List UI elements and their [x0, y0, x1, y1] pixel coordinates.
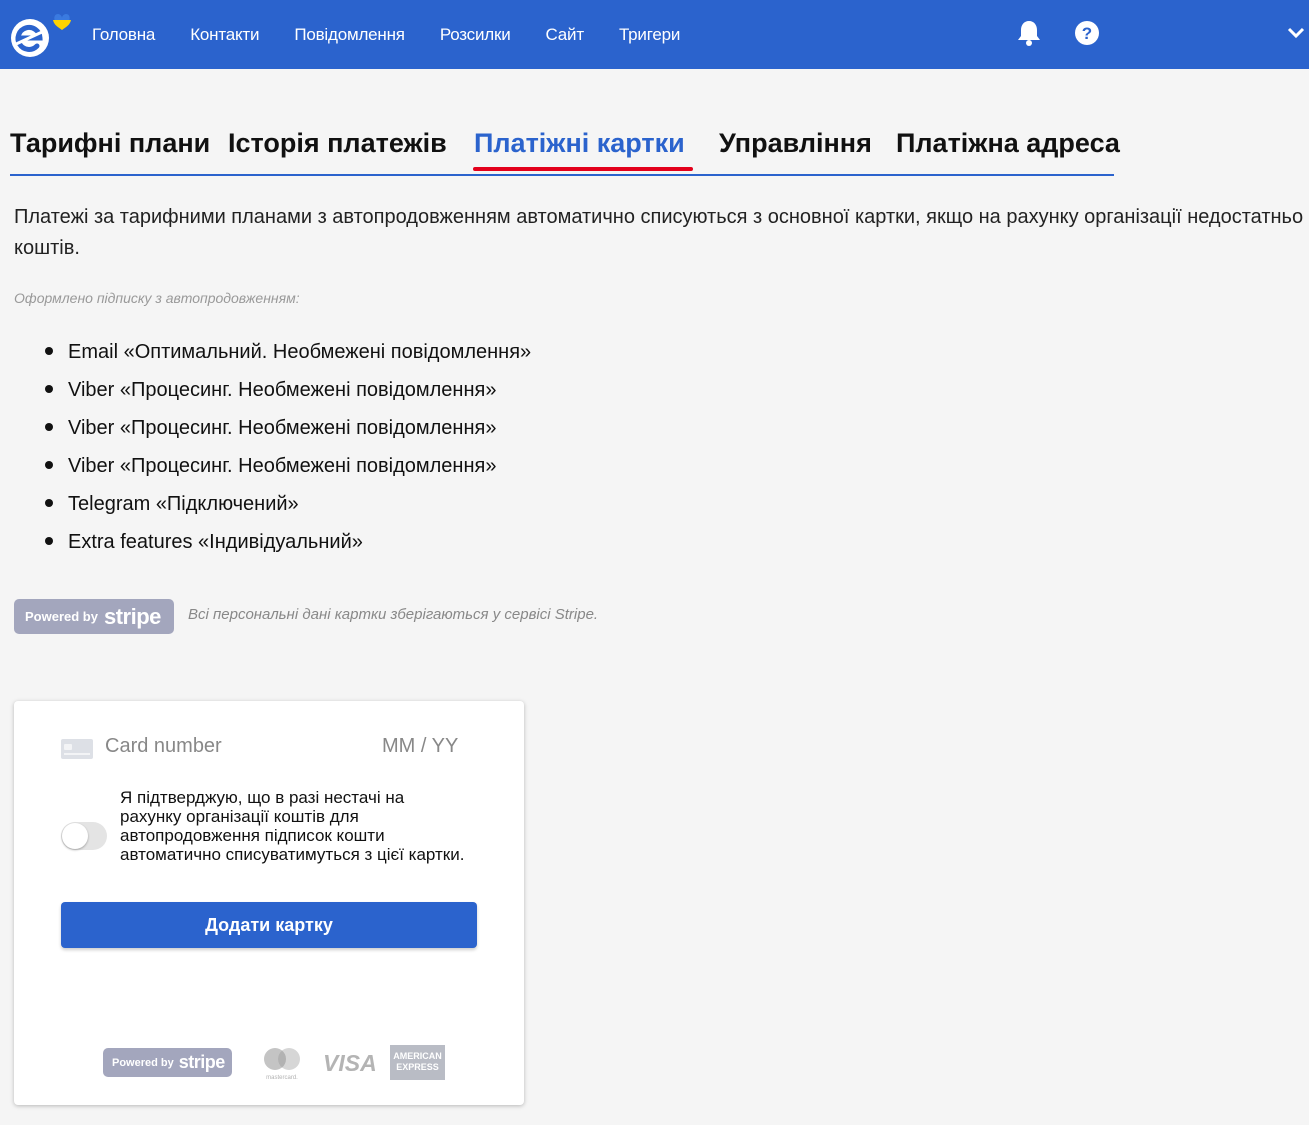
list-item: Viber «Процесинг. Необмежені повідомленн… — [45, 371, 531, 409]
card-form: Card number MM / YY Я підтверджую, що в … — [14, 701, 524, 1105]
credit-card-icon — [61, 739, 93, 759]
top-navigation-bar: Головна Контакти Повідомлення Розсилки С… — [0, 0, 1309, 69]
nav-item-home[interactable]: Головна — [92, 25, 155, 45]
tab-payment-cards[interactable]: Платіжні картки — [474, 128, 685, 159]
nav-item-site[interactable]: Сайт — [546, 25, 585, 45]
list-item: Viber «Процесинг. Необмежені повідомленн… — [45, 409, 531, 447]
autopay-consent-toggle[interactable] — [61, 822, 107, 850]
tab-management[interactable]: Управління — [719, 128, 872, 159]
chevron-down-icon[interactable] — [1287, 26, 1305, 40]
active-tab-indicator — [473, 167, 693, 171]
nav-item-contacts[interactable]: Контакти — [190, 25, 259, 45]
bell-icon[interactable] — [1016, 19, 1042, 47]
stripe-logo: stripe — [103, 603, 161, 629]
nav-item-messages[interactable]: Повідомлення — [294, 25, 405, 45]
card-number-input[interactable]: Card number — [105, 735, 222, 758]
amex-logo: AMERICAN EXPRESS — [390, 1045, 445, 1080]
tab-billing-address[interactable]: Платіжна адреса — [896, 128, 1120, 159]
powered-by-label: Powered by — [25, 609, 98, 624]
powered-by-label: Powered by — [112, 1056, 174, 1069]
powered-by-stripe-badge-small[interactable]: Powered by stripe — [103, 1048, 232, 1077]
list-item: Email «Оптимальний. Необмежені повідомле… — [45, 333, 531, 371]
list-item: Extra features «Індивідуальний» — [45, 523, 531, 561]
mastercard-icon: mastercard. — [264, 1048, 300, 1081]
nav-item-campaigns[interactable]: Розсилки — [440, 25, 511, 45]
visa-logo: VISA — [323, 1050, 377, 1076]
list-item: Telegram «Підключений» — [45, 485, 531, 523]
svg-text:mastercard.: mastercard. — [266, 1075, 298, 1081]
stripe-logo: stripe — [178, 1052, 226, 1072]
tab-payment-history[interactable]: Історія платежів — [228, 128, 447, 159]
svg-text:?: ? — [1082, 24, 1092, 43]
stripe-note: Всі персональні дані картки зберігаються… — [188, 606, 599, 623]
subscriptions-heading: Оформлено підписку з автопродовженням: — [14, 290, 300, 306]
subscriptions-list: Email «Оптимальний. Необмежені повідомле… — [45, 333, 531, 561]
add-card-button[interactable]: Додати картку — [61, 902, 477, 948]
intro-text: Платежі за тарифними планами з автопродо… — [14, 206, 1304, 259]
autopay-consent-text: Я підтверджую, що в разі нестачі на раху… — [120, 788, 465, 864]
toggle-knob — [62, 823, 88, 849]
card-expiry-input[interactable]: MM / YY — [382, 735, 458, 758]
help-icon[interactable]: ? — [1074, 20, 1100, 46]
main-nav: Головна Контакти Повідомлення Розсилки С… — [92, 0, 715, 69]
powered-by-stripe-badge[interactable]: Powered by stripe — [14, 599, 174, 634]
list-item: Viber «Процесинг. Необмежені повідомленн… — [45, 447, 531, 485]
tab-tariff-plans[interactable]: Тарифні плани — [10, 128, 210, 159]
esputnik-logo[interactable] — [8, 10, 74, 58]
nav-item-triggers[interactable]: Тригери — [619, 25, 680, 45]
